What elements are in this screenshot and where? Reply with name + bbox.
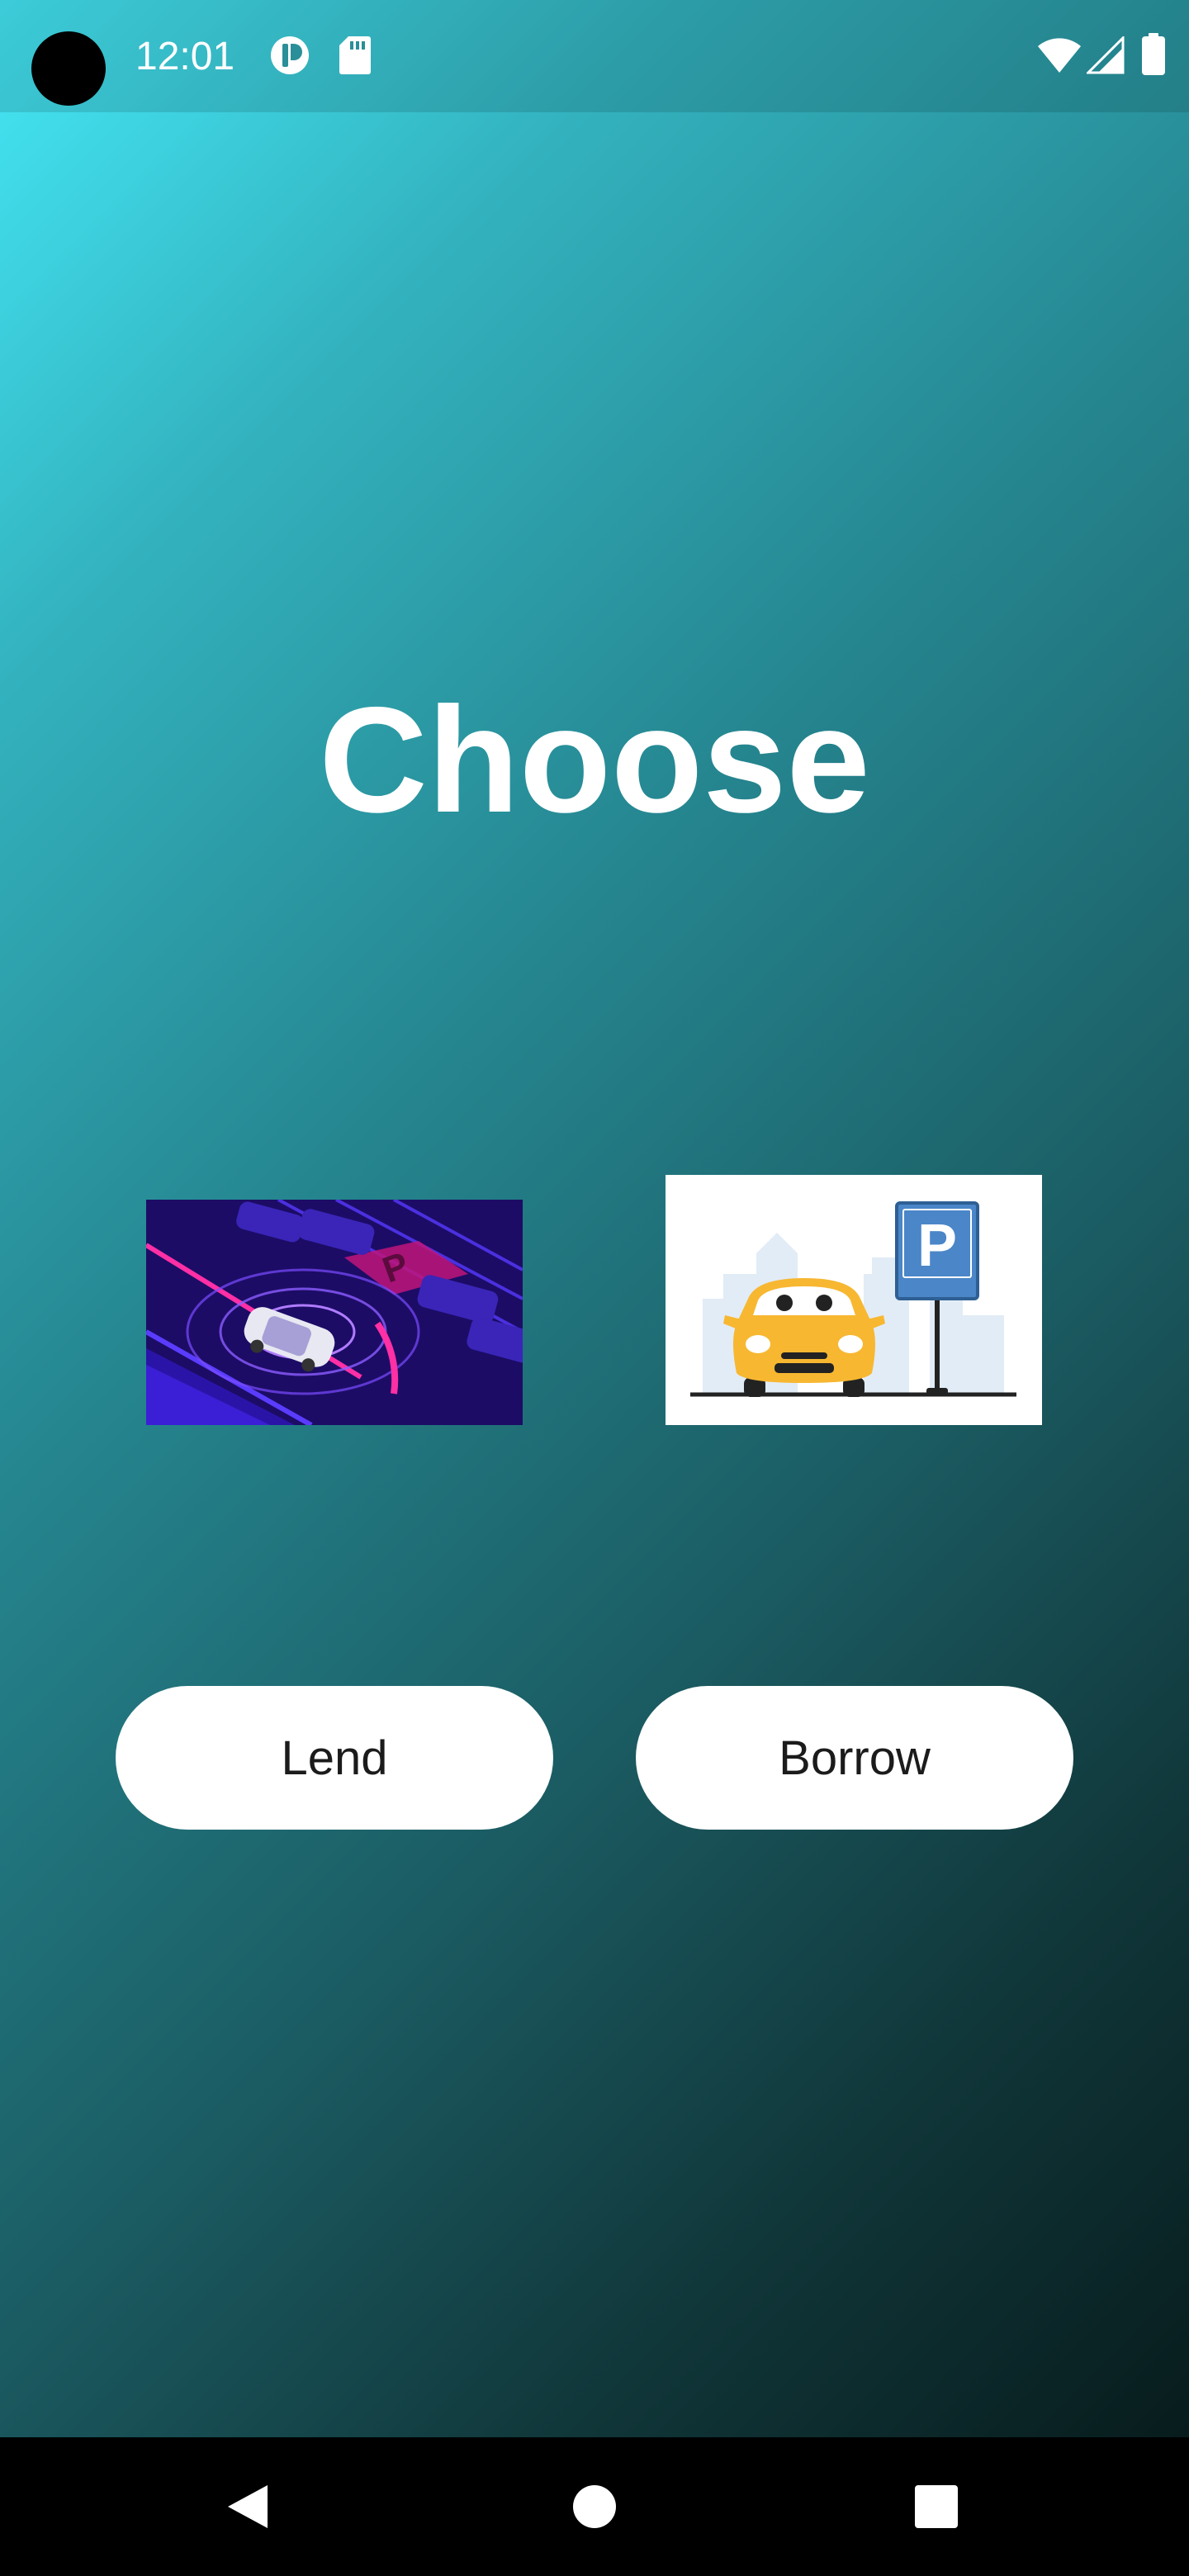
lend-button[interactable]: Lend — [116, 1686, 553, 1830]
notification-app-icon — [269, 35, 310, 80]
battery-icon — [1141, 33, 1166, 80]
status-bar: 12:01 — [0, 0, 1189, 112]
choose-screen: 12:01 Choose P P Lend Borrow — [0, 0, 1189, 2576]
status-time: 12:01 — [135, 35, 235, 78]
borrow-button[interactable]: Borrow — [636, 1686, 1073, 1830]
navigation-bar — [0, 2437, 1189, 2576]
wifi-icon — [1037, 36, 1082, 78]
camera-cutout — [31, 31, 106, 106]
sd-card-icon — [339, 35, 372, 80]
cellular-signal-icon — [1085, 35, 1125, 78]
home-icon[interactable] — [528, 2437, 661, 2576]
back-icon[interactable] — [182, 2437, 314, 2576]
car-parking-sign-illustration: P — [666, 1175, 1042, 1425]
smart-parking-illustration: P — [146, 1200, 523, 1425]
recents-icon[interactable] — [870, 2437, 1002, 2576]
page-title: Choose — [319, 675, 870, 844]
svg-text:P: P — [917, 1213, 957, 1279]
